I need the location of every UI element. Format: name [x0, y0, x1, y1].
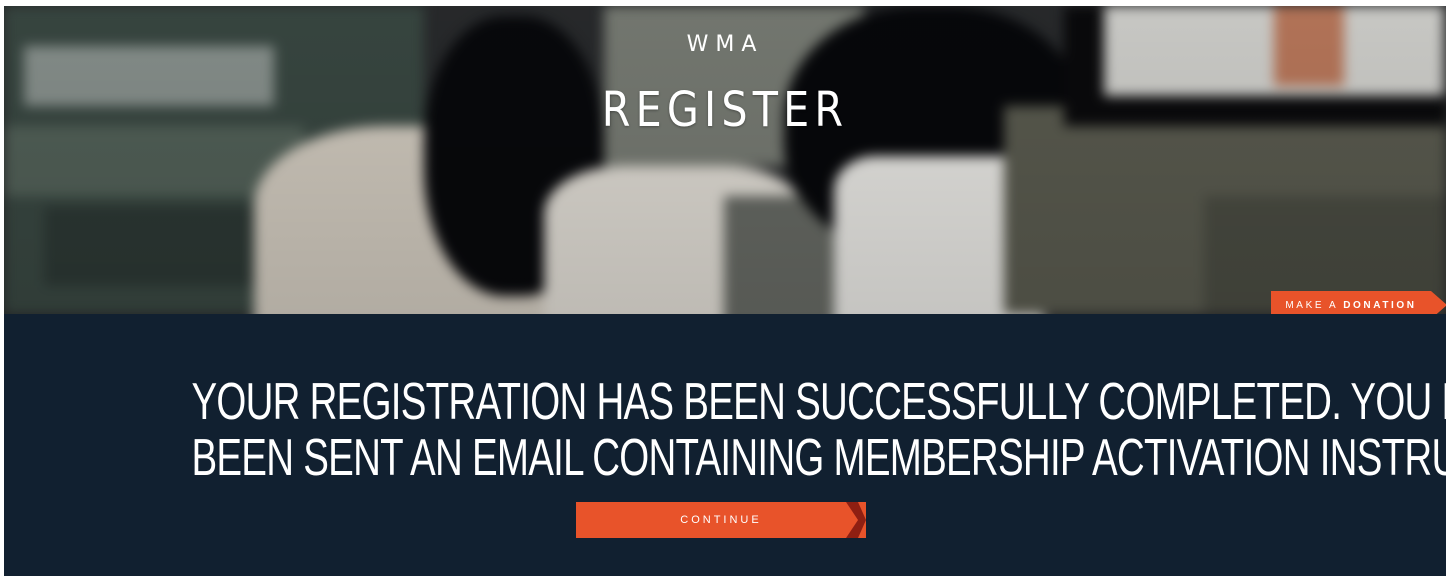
make-donation-button[interactable]: MAKE A DONATION — [1271, 291, 1446, 314]
confirmation-message: Your registration has been successfully … — [191, 373, 1450, 487]
confirmation-section: Your registration has been successfully … — [4, 314, 1450, 576]
hero-banner: WMA REGISTER MAKE A DONATION — [4, 6, 1446, 314]
confirmation-message-line-2: been sent an email containing membership… — [191, 429, 1450, 487]
continue-button-label: CONTINUE — [680, 514, 762, 526]
page: WMA REGISTER MAKE A DONATION Your registr… — [0, 0, 1450, 576]
site-brand: WMA — [686, 32, 764, 57]
arrow-right-icon-fill — [846, 502, 858, 538]
donation-button-prefix: MAKE A — [1285, 300, 1339, 311]
confirmation-message-line-1: Your registration has been successfully … — [191, 373, 1450, 431]
page-title: REGISTER — [601, 82, 849, 138]
continue-button[interactable]: CONTINUE — [576, 502, 866, 538]
donation-button-label: DONATION — [1343, 300, 1417, 311]
arrow-right-icon — [1431, 291, 1446, 314]
